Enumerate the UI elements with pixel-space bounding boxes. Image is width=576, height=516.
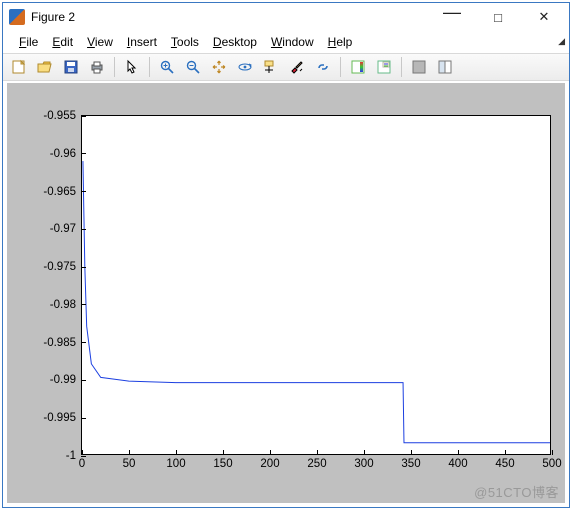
y-tick-mark bbox=[81, 380, 86, 381]
y-tick-mark bbox=[81, 116, 86, 117]
y-tick-label: -0.96 bbox=[50, 148, 82, 160]
x-tick-label: 100 bbox=[166, 454, 185, 470]
matlab-app-icon bbox=[9, 9, 25, 25]
menu-edit[interactable]: Edit bbox=[46, 33, 79, 51]
x-tick-label: 400 bbox=[448, 454, 467, 470]
menu-tools[interactable]: Tools bbox=[165, 33, 205, 51]
toolbar-separator bbox=[401, 57, 402, 77]
hide-tools-button[interactable] bbox=[407, 55, 431, 79]
figure-canvas: -1-0.995-0.99-0.985-0.98-0.975-0.97-0.96… bbox=[7, 83, 565, 503]
x-tick-mark bbox=[270, 450, 271, 455]
save-button[interactable] bbox=[59, 55, 83, 79]
x-tick-label: 450 bbox=[495, 454, 514, 470]
y-tick-mark bbox=[81, 304, 86, 305]
y-tick-mark bbox=[81, 191, 86, 192]
zoom-out-button[interactable] bbox=[181, 55, 205, 79]
y-tick-label: -0.975 bbox=[43, 261, 82, 273]
title-bar[interactable]: Figure 2 — □ ✕ bbox=[3, 3, 569, 31]
x-tick-mark bbox=[552, 450, 553, 455]
toolbar-separator bbox=[114, 57, 115, 77]
x-tick-label: 250 bbox=[307, 454, 326, 470]
y-tick-mark bbox=[81, 418, 86, 419]
x-tick-mark bbox=[176, 450, 177, 455]
y-tick-label: -0.97 bbox=[50, 223, 82, 235]
axes[interactable]: -1-0.995-0.99-0.985-0.98-0.975-0.97-0.96… bbox=[81, 115, 551, 455]
x-tick-mark bbox=[505, 450, 506, 455]
menu-window[interactable]: Window bbox=[265, 33, 320, 51]
new-figure-button[interactable] bbox=[7, 55, 31, 79]
dock-button[interactable] bbox=[433, 55, 457, 79]
close-button[interactable]: ✕ bbox=[521, 3, 567, 31]
x-tick-label: 300 bbox=[354, 454, 373, 470]
toolbar-separator bbox=[340, 57, 341, 77]
y-tick-mark bbox=[81, 267, 86, 268]
y-tick-mark bbox=[81, 229, 86, 230]
x-tick-mark bbox=[458, 450, 459, 455]
zoom-in-button[interactable] bbox=[155, 55, 179, 79]
x-tick-mark bbox=[82, 450, 83, 455]
toolbar bbox=[3, 53, 569, 81]
menu-desktop[interactable]: Desktop bbox=[207, 33, 263, 51]
y-tick-label: -0.985 bbox=[43, 337, 82, 349]
menu-insert[interactable]: Insert bbox=[121, 33, 163, 51]
y-tick-mark bbox=[81, 153, 86, 154]
toolbar-separator bbox=[149, 57, 150, 77]
minimize-button[interactable]: — bbox=[429, 0, 475, 36]
colorbar-button[interactable] bbox=[346, 55, 370, 79]
x-tick-label: 150 bbox=[213, 454, 232, 470]
maximize-button[interactable]: □ bbox=[475, 3, 521, 31]
x-tick-mark bbox=[411, 450, 412, 455]
open-button[interactable] bbox=[33, 55, 57, 79]
y-tick-label: -0.99 bbox=[50, 374, 82, 386]
brush-button[interactable] bbox=[285, 55, 309, 79]
menu-bar: FileEditViewInsertToolsDesktopWindowHelp bbox=[3, 31, 569, 53]
figure-window: Figure 2 — □ ✕ ◢ FileEditViewInsertTools… bbox=[2, 2, 570, 508]
menu-file[interactable]: File bbox=[13, 33, 44, 51]
x-tick-label: 0 bbox=[79, 454, 85, 470]
series-trace-1 bbox=[83, 161, 550, 443]
pointer-button[interactable] bbox=[120, 55, 144, 79]
y-tick-label: -0.995 bbox=[43, 412, 82, 424]
x-tick-mark bbox=[364, 450, 365, 455]
x-tick-label: 500 bbox=[542, 454, 561, 470]
x-tick-label: 50 bbox=[123, 454, 136, 470]
window-title: Figure 2 bbox=[31, 10, 75, 24]
x-tick-mark bbox=[317, 450, 318, 455]
x-tick-mark bbox=[129, 450, 130, 455]
pan-button[interactable] bbox=[207, 55, 231, 79]
legend-button[interactable] bbox=[372, 55, 396, 79]
data-cursor-button[interactable] bbox=[259, 55, 283, 79]
menu-help[interactable]: Help bbox=[322, 33, 359, 51]
y-tick-mark bbox=[81, 342, 86, 343]
menu-view[interactable]: View bbox=[81, 33, 119, 51]
rotate-3d-button[interactable] bbox=[233, 55, 257, 79]
x-tick-mark bbox=[223, 450, 224, 455]
x-tick-label: 200 bbox=[260, 454, 279, 470]
x-tick-label: 350 bbox=[401, 454, 420, 470]
minimize-ribbon-icon[interactable]: ◢ bbox=[558, 36, 565, 47]
y-tick-label: -0.955 bbox=[43, 110, 82, 122]
watermark-text: @51CTO博客 bbox=[474, 482, 559, 501]
y-tick-label: -0.965 bbox=[43, 186, 82, 198]
print-button[interactable] bbox=[85, 55, 109, 79]
link-button[interactable] bbox=[311, 55, 335, 79]
line-plot bbox=[82, 116, 550, 454]
y-tick-label: -0.98 bbox=[50, 299, 82, 311]
